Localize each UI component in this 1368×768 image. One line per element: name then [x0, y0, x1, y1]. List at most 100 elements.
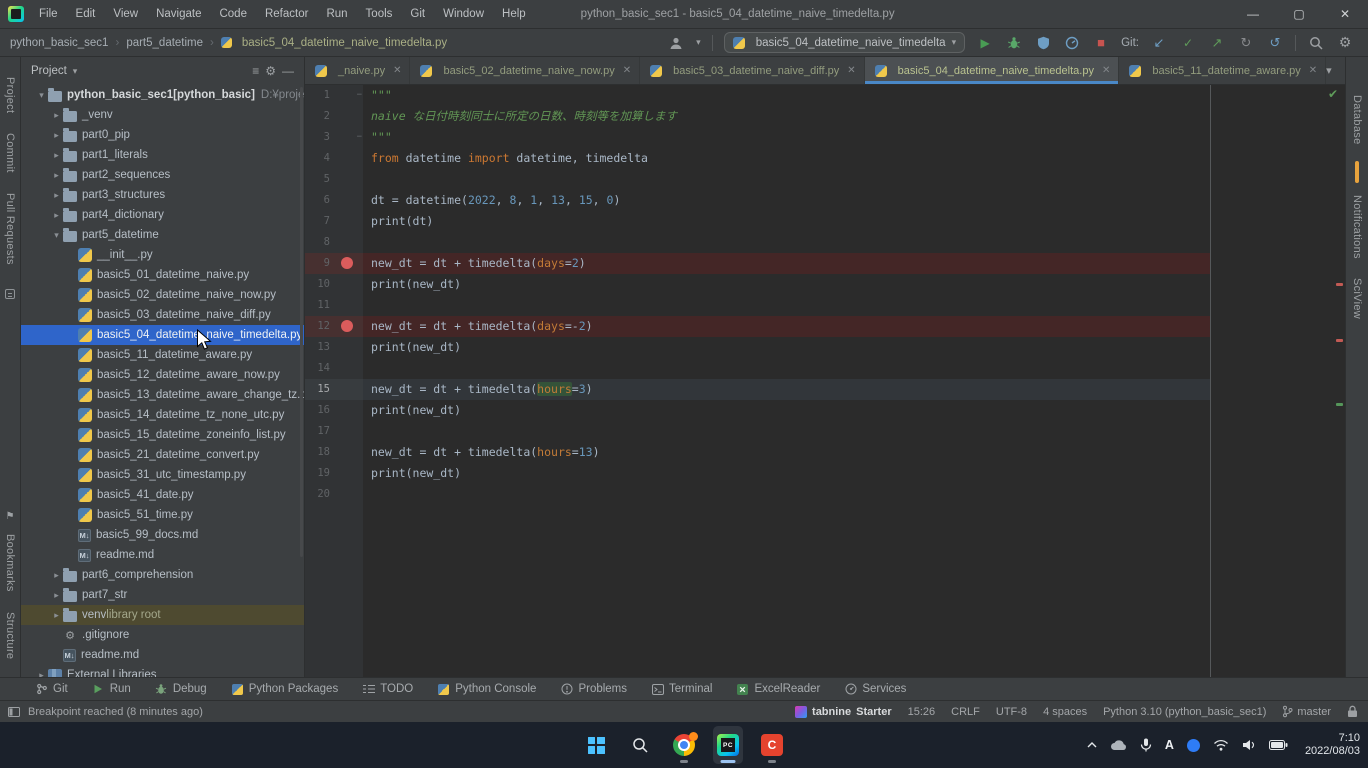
close-button[interactable]: ✕ [1322, 0, 1368, 28]
search-everywhere-button[interactable] [1307, 34, 1325, 52]
tabnine-widget[interactable]: tabnine Starter [795, 706, 892, 718]
onedrive-cloud-icon[interactable] [1110, 740, 1127, 751]
gutter[interactable]: 8 [305, 232, 363, 253]
tool-window-button-problems[interactable]: Problems [551, 678, 636, 700]
tree-item-basic5-41-date-py[interactable]: basic5_41_date.py [21, 485, 304, 505]
lock-icon[interactable] [1347, 705, 1358, 718]
tool-window-button-git[interactable]: Git [26, 678, 77, 700]
gutter[interactable]: 11 [305, 295, 363, 316]
gutter[interactable]: 7 [305, 211, 363, 232]
tool-stripe-sciview[interactable]: SciView [1351, 268, 1363, 329]
tab-list-icon[interactable]: ▾ [1326, 64, 1332, 77]
tree-item-part3-structures[interactable]: ▸part3_structures [21, 185, 304, 205]
tree-chevron-icon[interactable]: ▸ [50, 130, 63, 141]
gutter[interactable]: 4 [305, 148, 363, 169]
tab-close-icon[interactable]: ✕ [623, 65, 631, 76]
gutter[interactable]: 5 [305, 169, 363, 190]
tool-window-button-excelreader[interactable]: ExcelReader [727, 678, 829, 700]
gutter[interactable]: 15 [305, 379, 363, 400]
editor-tab-naive-py[interactable]: _naive.py✕ [305, 57, 410, 84]
tree-chevron-icon[interactable]: ▸ [50, 570, 63, 581]
menu-refactor[interactable]: Refactor [256, 0, 317, 28]
git-history-button[interactable]: ↻ [1237, 34, 1255, 52]
left-stripe-icon[interactable] [5, 289, 15, 299]
gutter[interactable]: 16 [305, 400, 363, 421]
tree-item-basic5-51-time-py[interactable]: basic5_51_time.py [21, 505, 304, 525]
tree-chevron-icon[interactable]: ▸ [50, 190, 63, 201]
stop-button[interactable]: ■ [1092, 34, 1110, 52]
editor-tab-basic5-02-datetime-naive-now-py[interactable]: basic5_02_datetime_naive_now.py✕ [410, 57, 640, 84]
tree-item-basic5-11-datetime-aware-py[interactable]: basic5_11_datetime_aware.py [21, 345, 304, 365]
tab-close-icon[interactable]: ✕ [1102, 65, 1110, 76]
editor-tab-basic5-11-datetime-aware-py[interactable]: basic5_11_datetime_aware.py✕ [1119, 57, 1326, 84]
tree-item-init-py[interactable]: __init__.py [21, 245, 304, 265]
gutter[interactable]: 1− [305, 85, 363, 106]
menu-code[interactable]: Code [210, 0, 256, 28]
locate-file-icon[interactable]: ≡ [252, 64, 259, 78]
gutter[interactable]: 13 [305, 337, 363, 358]
tree-item-basic5-14-datetime-tz-none-utc-py[interactable]: basic5_14_datetime_tz_none_utc.py [21, 405, 304, 425]
tool-stripe-commit[interactable]: Commit [4, 123, 16, 183]
breadcrumb-package[interactable]: part5_datetime [126, 37, 203, 49]
caret-position[interactable]: 15:26 [908, 706, 936, 718]
tree-item-external-libraries[interactable]: ▸External Libraries [21, 665, 304, 677]
tool-window-button-services[interactable]: Services [835, 678, 915, 700]
menu-window[interactable]: Window [434, 0, 493, 28]
blue-status-icon[interactable] [1187, 739, 1200, 752]
error-stripe-breakpoint-mark[interactable] [1336, 339, 1343, 342]
breadcrumb-file[interactable]: basic5_04_datetime_naive_timedelta.py [221, 37, 447, 49]
indent-style[interactable]: 4 spaces [1043, 706, 1087, 718]
editor-tab-basic5-03-datetime-naive-diff-py[interactable]: basic5_03_datetime_naive_diff.py✕ [640, 57, 865, 84]
gutter[interactable]: 3− [305, 127, 363, 148]
debug-button[interactable] [1005, 34, 1023, 52]
microphone-icon[interactable] [1140, 738, 1152, 752]
tool-window-button-todo[interactable]: TODO [353, 678, 422, 700]
tree-chevron-icon[interactable]: ▸ [50, 610, 63, 621]
taskbar-clock[interactable]: 7:10 2022/08/03 [1305, 732, 1360, 759]
tree-chevron-icon[interactable]: ▸ [50, 210, 63, 221]
tree-item-venv[interactable]: ▸_venv [21, 105, 304, 125]
error-stripe-caret-mark[interactable] [1336, 403, 1343, 406]
tool-window-button-python-packages[interactable]: Python Packages [222, 678, 348, 700]
tree-item-basic5-99-docs-md[interactable]: basic5_99_docs.md [21, 525, 304, 545]
menu-help[interactable]: Help [493, 0, 535, 28]
menu-edit[interactable]: Edit [67, 0, 105, 28]
git-push-button[interactable]: ↗ [1208, 34, 1226, 52]
menu-run[interactable]: Run [317, 0, 356, 28]
tree-chevron-icon[interactable]: ▾ [35, 90, 48, 101]
taskbar-pycharm-button[interactable] [713, 726, 743, 764]
gutter[interactable]: 14 [305, 358, 363, 379]
project-panel-title[interactable]: Project [31, 65, 67, 77]
tree-item-basic5-04-datetime-naive-timedelta-py[interactable]: basic5_04_datetime_naive_timedelta.py [21, 325, 304, 345]
editor[interactable]: 1−"""2naive な日付時刻同士に所定の日数、時刻等を加算します3−"""… [305, 85, 1345, 677]
tree-item-basic5-01-datetime-naive-py[interactable]: basic5_01_datetime_naive.py [21, 265, 304, 285]
file-encoding[interactable]: UTF-8 [996, 706, 1027, 718]
tab-close-icon[interactable]: ✕ [1309, 65, 1317, 76]
settings-gear-icon[interactable]: ⚙ [1336, 34, 1354, 52]
inspections-ok-icon[interactable]: ✔ [1328, 87, 1338, 101]
tab-close-icon[interactable]: ✕ [393, 65, 401, 76]
tool-window-button-terminal[interactable]: Terminal [642, 678, 721, 700]
run-button[interactable]: ▶ [976, 34, 994, 52]
menu-navigate[interactable]: Navigate [147, 0, 210, 28]
tree-item-part1-literals[interactable]: ▸part1_literals [21, 145, 304, 165]
tree-item-basic5-12-datetime-aware-now-py[interactable]: basic5_12_datetime_aware_now.py [21, 365, 304, 385]
tree-chevron-icon[interactable]: ▸ [50, 150, 63, 161]
tree-item-venv[interactable]: ▸venv library root [21, 605, 304, 625]
start-button[interactable] [581, 726, 611, 764]
profiler-button[interactable] [1063, 34, 1081, 52]
fold-icon[interactable]: − [357, 127, 362, 148]
tree-item-part2-sequences[interactable]: ▸part2_sequences [21, 165, 304, 185]
tool-stripe-structure[interactable]: Structure [4, 602, 16, 669]
git-update-button[interactable]: ↙ [1150, 34, 1168, 52]
tool-window-button-python-console[interactable]: Python Console [428, 678, 545, 700]
minimize-button[interactable]: — [1230, 0, 1276, 28]
panel-settings-gear-icon[interactable]: ⚙ [265, 64, 276, 78]
git-rollback-button[interactable]: ↺ [1266, 34, 1284, 52]
tool-stripe-bookmarks[interactable]: Bookmarks [4, 524, 16, 602]
tree-item-basic5-15-datetime-zoneinfo-list-py[interactable]: basic5_15_datetime_zoneinfo_list.py [21, 425, 304, 445]
tool-window-layout-icon[interactable] [8, 707, 20, 717]
gutter[interactable]: 19 [305, 463, 363, 484]
tree-item-part7-str[interactable]: ▸part7_str [21, 585, 304, 605]
ime-indicator[interactable]: A [1165, 738, 1174, 752]
